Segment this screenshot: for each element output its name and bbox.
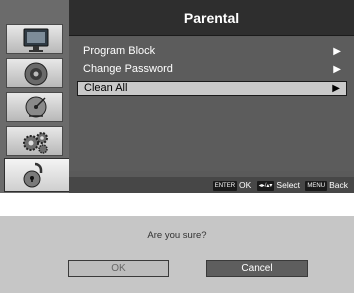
- sidebar-item-sound[interactable]: [6, 58, 63, 88]
- menu-item-label: Change Password: [83, 63, 173, 75]
- select-hint: Select: [276, 180, 301, 190]
- sidebar-item-setup[interactable]: [6, 126, 63, 156]
- button-guide-bar: ENTER OK ◂▸/▴▾ Select MENU Back: [69, 177, 354, 193]
- arrow-right-icon: ▶: [333, 46, 341, 57]
- sidebar-item-parental[interactable]: [4, 158, 69, 192]
- ok-hint: OK: [239, 180, 252, 190]
- dialog-question: Are you sure?: [147, 230, 207, 241]
- menu-item-change-password[interactable]: Change Password ▶: [77, 62, 347, 77]
- parental-menu-panel: Parental Program Block ▶ Change Password…: [0, 0, 354, 193]
- back-hint: Back: [329, 180, 348, 190]
- category-sidebar: [0, 0, 69, 193]
- menu-item-program-block[interactable]: Program Block ▶: [77, 44, 347, 59]
- menu-item-label: Clean All: [84, 82, 128, 94]
- menu-item-clean-all[interactable]: Clean All ▶: [77, 81, 347, 96]
- arrow-right-icon: ▶: [332, 83, 340, 94]
- sidebar-item-channel[interactable]: [6, 92, 63, 122]
- navigate-arrows-icon: ◂▸/▴▾: [256, 181, 275, 191]
- menu-title: Parental: [69, 0, 354, 36]
- enter-key-badge: ENTER: [212, 181, 238, 191]
- menu-item-label: Program Block: [83, 45, 156, 57]
- menu-key-badge: MENU: [305, 181, 328, 191]
- cancel-button[interactable]: Cancel: [206, 260, 308, 277]
- menu-list: Program Block ▶ Change Password ▶ Clean …: [69, 37, 354, 171]
- ok-button[interactable]: OK: [68, 260, 169, 277]
- sidebar-item-picture[interactable]: [6, 24, 63, 54]
- confirm-dialog: Are you sure? OK Cancel: [0, 216, 354, 293]
- arrow-right-icon: ▶: [333, 64, 341, 75]
